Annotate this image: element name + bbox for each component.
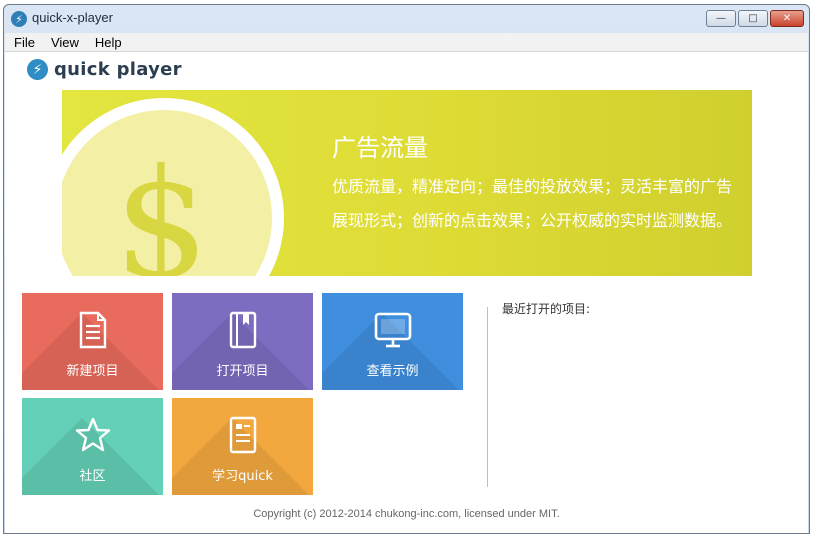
banner-title: 广告流量: [332, 134, 428, 162]
menu-view[interactable]: View: [43, 35, 87, 50]
community-label: 社区: [79, 469, 106, 484]
community-tile[interactable]: 社区: [22, 398, 163, 495]
app-lightning-icon: ⚡: [11, 11, 27, 27]
window-title: quick-x-player: [32, 10, 113, 25]
banner-description: 优质流量，精准定向；最佳的投放效果；灵活丰富的广告 展现形式；创新的点击效果；公…: [332, 170, 742, 238]
dollar-sign-icon: $: [114, 138, 210, 276]
learn-quick-label: 学习quick: [212, 469, 273, 484]
book-icon: [172, 311, 313, 351]
new-project-tile[interactable]: 新建项目: [22, 293, 163, 390]
notes-icon: [172, 416, 313, 456]
banner-line: 展现形式；创新的点击效果；公开权威的实时监测数据。: [332, 211, 733, 230]
close-button[interactable]: ✕: [770, 10, 804, 27]
ad-banner[interactable]: $ 广告流量 优质流量，精准定向；最佳的投放效果；灵活丰富的广告 展现形式；创新…: [62, 90, 752, 276]
document-icon: [22, 311, 163, 351]
monitor-icon: [322, 311, 463, 351]
title-bar[interactable]: ⚡ quick-x-player — □ ✕: [4, 5, 809, 33]
minimize-button[interactable]: —: [706, 10, 736, 27]
view-samples-label: 查看示例: [366, 364, 419, 379]
brand-header: ⚡ quick player: [27, 59, 182, 80]
divider: [487, 307, 488, 487]
maximize-button[interactable]: □: [738, 10, 768, 27]
brand-name: quick player: [54, 59, 182, 80]
menu-help[interactable]: Help: [87, 35, 130, 50]
banner-line: 优质流量，精准定向；最佳的投放效果；灵活丰富的广告: [332, 177, 733, 196]
open-project-tile[interactable]: 打开项目: [172, 293, 313, 390]
open-project-label: 打开项目: [216, 364, 269, 379]
lightning-icon: ⚡: [27, 59, 48, 80]
learn-quick-tile[interactable]: 学习quick: [172, 398, 313, 495]
view-samples-tile[interactable]: 查看示例: [322, 293, 463, 390]
menu-bar: File View Help: [5, 33, 808, 52]
recent-projects-label: 最近打开的项目:: [502, 302, 591, 316]
menu-file[interactable]: File: [5, 35, 43, 50]
copyright-text: Copyright (c) 2012-2014 chukong-inc.com,…: [253, 508, 560, 520]
main-content: ⚡ quick player $ 广告流量 优质流量，精准定向；最佳的投放效果；…: [5, 52, 808, 533]
star-icon: [22, 416, 163, 456]
new-project-label: 新建项目: [66, 364, 119, 379]
